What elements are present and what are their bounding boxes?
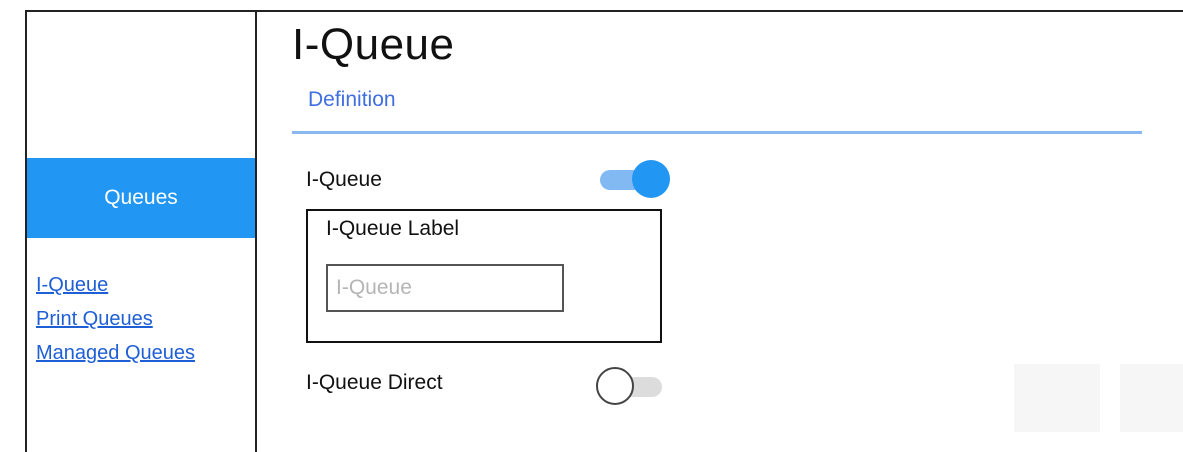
iqueue-toggle-label: I-Queue: [306, 168, 382, 191]
toggle-thumb: [596, 367, 634, 405]
page-title: I-Queue: [292, 20, 455, 69]
iqueue-direct-label: I-Queue Direct: [306, 371, 443, 394]
sidebar-link-print-queues[interactable]: Print Queues: [36, 302, 195, 336]
sidebar-links: I-Queue Print Queues Managed Queues: [36, 268, 195, 370]
toggle-thumb: [632, 160, 670, 198]
iqueue-label-input[interactable]: [326, 264, 564, 312]
iqueue-label-group: I-Queue Label: [306, 209, 662, 343]
sidebar: Queues I-Queue Print Queues Managed Queu…: [25, 10, 257, 452]
faded-button[interactable]: [1014, 364, 1100, 432]
next-section-heading-cut: [308, 445, 314, 452]
sidebar-link-iqueue[interactable]: I-Queue: [36, 268, 195, 302]
sidebar-item-label: Queues: [104, 186, 178, 209]
sidebar-link-managed-queues[interactable]: Managed Queues: [36, 336, 195, 370]
iqueue-toggle[interactable]: [600, 159, 670, 199]
tab-underline: [292, 131, 1142, 134]
sidebar-item-queues[interactable]: Queues: [27, 158, 255, 238]
iqueue-direct-toggle[interactable]: [596, 366, 666, 406]
tab-definition[interactable]: Definition: [308, 88, 396, 112]
iqueue-label-title: I-Queue Label: [326, 217, 460, 240]
faded-button[interactable]: [1120, 364, 1183, 432]
